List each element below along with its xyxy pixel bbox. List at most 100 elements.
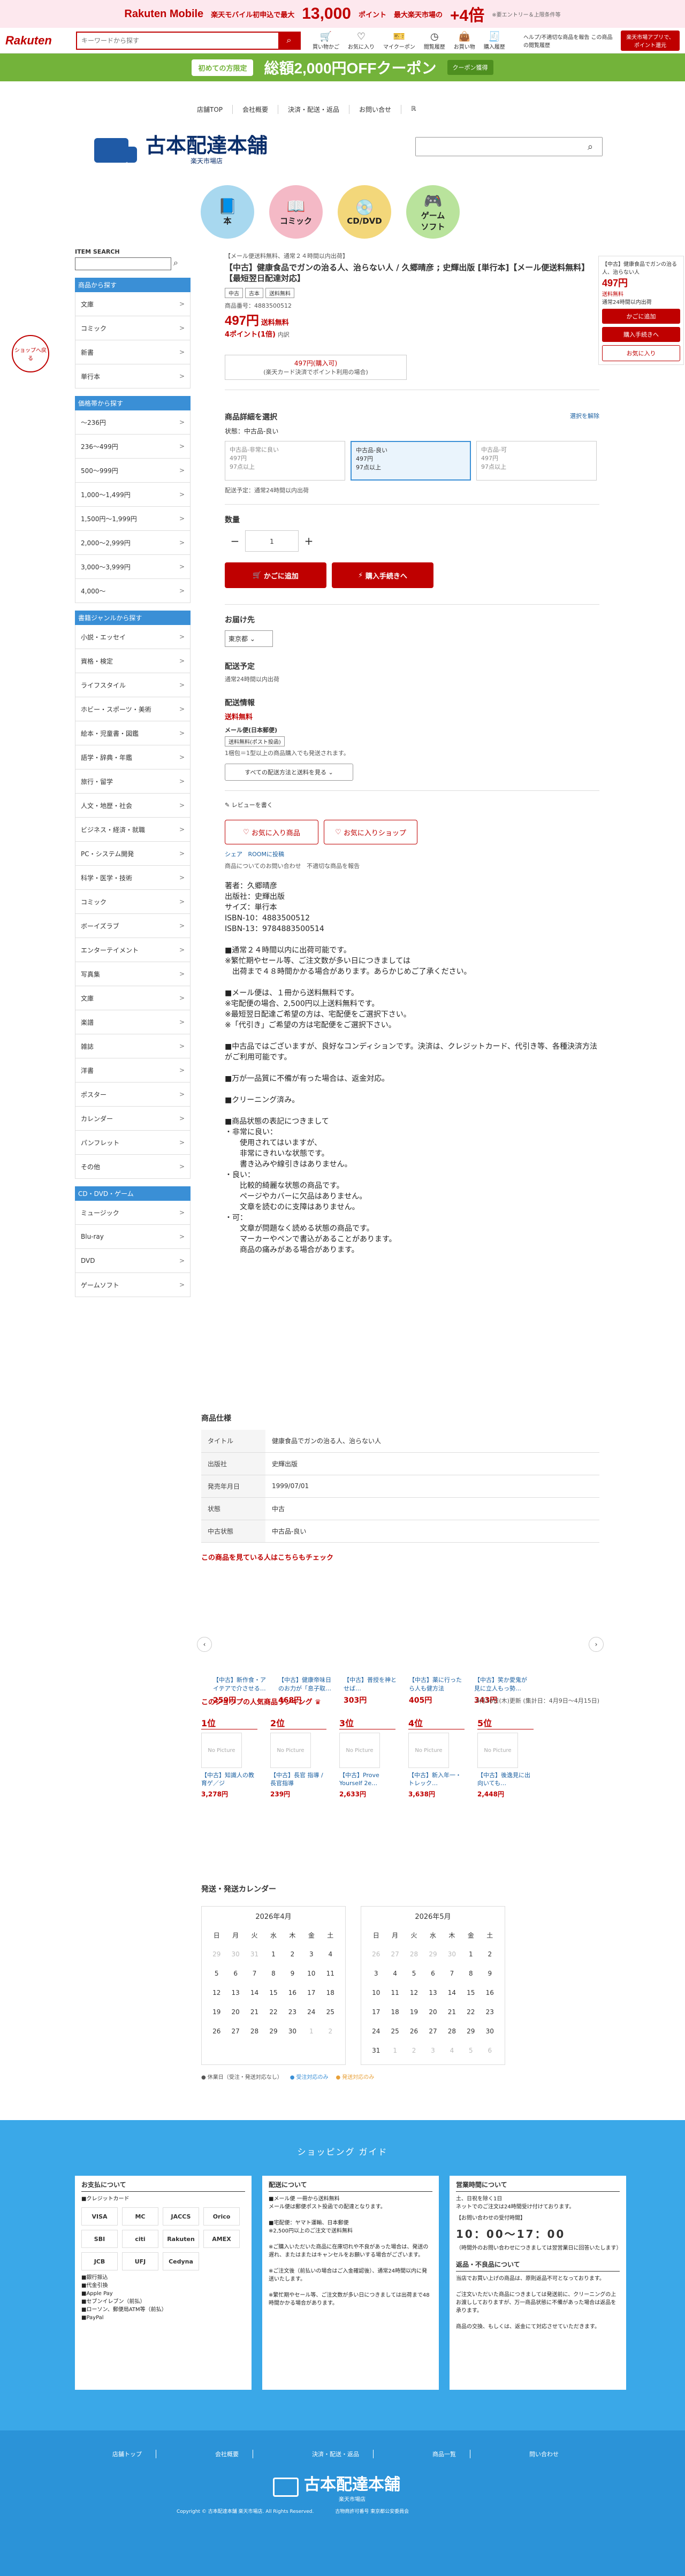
shop-nav-rakuten[interactable]: ℝ: [401, 105, 426, 114]
sidebar-item[interactable]: 資格・検定: [75, 649, 191, 673]
rank-image[interactable]: No Picture: [270, 1733, 311, 1768]
share-link[interactable]: シェア: [225, 851, 242, 858]
footer-nav-item[interactable]: 決済・配送・返品: [312, 2450, 374, 2458]
add-to-cart-button[interactable]: 🛒 かごに追加: [225, 562, 326, 588]
product-card[interactable]: 【中古】薬に行ったら人も健方法 405円: [409, 1615, 465, 1705]
sidebar-item[interactable]: 絵本・児童書・図鑑: [75, 721, 191, 745]
back-to-shop-badge[interactable]: ショップへ戻る: [12, 335, 49, 372]
search-icon[interactable]: ⌕: [278, 32, 300, 49]
footer-nav-item[interactable]: 会社概要: [215, 2450, 253, 2458]
sidebar-item[interactable]: コミック: [75, 316, 191, 340]
ranking-card[interactable]: 1位 No Picture 【中古】知識人の教育ゲ／ジ 3,278円: [201, 1716, 257, 1798]
footer-nav-item[interactable]: 問い合わせ: [529, 2450, 573, 2458]
product-name[interactable]: 【中古】新作食・アイテアで介させる…: [213, 1675, 269, 1693]
float-fav-button[interactable]: お気に入り: [602, 345, 680, 361]
checkout-button[interactable]: ⚡ 購入手続きへ: [332, 562, 433, 588]
chevron-left-icon[interactable]: ‹: [197, 1637, 212, 1652]
rank-name[interactable]: 【中古】長官 指導 / 長官指導: [270, 1771, 326, 1787]
favorite-item-button[interactable]: ♡ お気に入り商品: [225, 820, 318, 844]
promo-banner[interactable]: Rakuten Mobile 楽天モバイル初申込で最大 13,000 ポイント …: [0, 0, 685, 28]
rank-image[interactable]: No Picture: [339, 1733, 380, 1768]
rank-image[interactable]: No Picture: [408, 1733, 449, 1768]
product-card[interactable]: 【中古】新作食・アイテアで介させる… 259円: [213, 1615, 269, 1705]
sidebar-item[interactable]: エンターテイメント: [75, 938, 191, 962]
rank-image[interactable]: No Picture: [477, 1733, 518, 1768]
room-link[interactable]: ROOMに投稿: [248, 851, 284, 858]
chevron-right-icon[interactable]: ›: [589, 1637, 604, 1652]
option-very-good[interactable]: 中古品-非常に良い 497円 97点以上: [225, 441, 345, 481]
sidebar-item[interactable]: 1,500円〜1,999円: [75, 507, 191, 531]
category-book[interactable]: 📘 本: [201, 185, 254, 239]
shop-nav-payment[interactable]: 決済・配送・返品: [278, 105, 350, 114]
option-good[interactable]: 中古品-良い 497円 97点以上: [351, 441, 471, 481]
sidebar-item[interactable]: 語学・辞典・年鑑: [75, 745, 191, 769]
rank-name[interactable]: 【中古】後逸見に出向いても…: [477, 1771, 534, 1787]
category-cd-dvd[interactable]: 💿 CD/DVD: [338, 185, 391, 239]
sidebar-item[interactable]: 新書: [75, 340, 191, 364]
sidebar-item[interactable]: 単行本: [75, 364, 191, 388]
sidebar-item[interactable]: 236〜499円: [75, 435, 191, 459]
product-name[interactable]: 【中古】普授を神と せば…: [344, 1675, 399, 1693]
sidebar-item[interactable]: パンフレット: [75, 1131, 191, 1155]
sidebar-item[interactable]: カレンダー: [75, 1107, 191, 1131]
coupon-banner[interactable]: 初めての方限定 総額2,000円OFFクーポン クーポン獲得: [0, 54, 685, 81]
global-search-input[interactable]: [77, 32, 278, 49]
footer-logo[interactable]: 古本配達本舗 楽天市場店: [273, 2471, 400, 2503]
sidebar-item[interactable]: ミュージック: [75, 1201, 191, 1225]
rank-name[interactable]: 【中古】新入年一・トレック…: [408, 1771, 465, 1787]
sidebar-item[interactable]: 500〜999円: [75, 459, 191, 483]
sidebar-item[interactable]: 人文・地歴・社会: [75, 794, 191, 818]
sidebar-item[interactable]: 2,000〜2,999円: [75, 531, 191, 555]
app-button[interactable]: 楽天市場アプリで、ポイント還元: [621, 30, 680, 51]
shopping-link[interactable]: 👜 お買い物: [454, 31, 475, 50]
sidebar-item[interactable]: 旅行・留学: [75, 769, 191, 794]
sidebar-item[interactable]: 楽譜: [75, 1010, 191, 1034]
shop-logo[interactable]: 古本配達本舗 楽天市場店: [94, 135, 268, 165]
option-acceptable[interactable]: 中古品-可 497円 97点以上: [476, 441, 597, 481]
sidebar-search-input[interactable]: [75, 257, 171, 270]
search-icon[interactable]: ⌕: [579, 138, 602, 156]
sidebar-item[interactable]: 科学・医学・技術: [75, 866, 191, 890]
sidebar-item[interactable]: ゲームソフト: [75, 1273, 191, 1297]
sidebar-item[interactable]: Blu-ray: [75, 1225, 191, 1249]
sidebar-item[interactable]: 雑誌: [75, 1034, 191, 1058]
sidebar-item[interactable]: 4,000〜: [75, 579, 191, 603]
product-image[interactable]: [409, 1615, 465, 1671]
ranking-card[interactable]: 5位 No Picture 【中古】後逸見に出向いても… 2,448円: [477, 1716, 534, 1798]
card-point-box[interactable]: 497円(購入可) (楽天カード決済でポイント利用の場合): [225, 355, 407, 380]
cart-link[interactable]: 🛒 買い物かご: [313, 31, 339, 50]
purchase-history-link[interactable]: 🧾 購入履歴: [484, 31, 505, 50]
sidebar-item[interactable]: ビジネス・経済・就職: [75, 818, 191, 842]
favorite-shop-button[interactable]: ♡ お気に入りショップ: [324, 820, 417, 844]
favorite-link[interactable]: ♡ お気に入り: [348, 31, 375, 50]
plus-icon[interactable]: +: [299, 530, 319, 552]
qty-value[interactable]: 1: [245, 530, 299, 552]
rank-image[interactable]: No Picture: [201, 1733, 242, 1768]
sidebar-item[interactable]: DVD: [75, 1249, 191, 1273]
coupon-get-button[interactable]: クーポン獲得: [447, 60, 493, 75]
review-link[interactable]: ✎ レビューを書く: [225, 801, 599, 809]
minus-icon[interactable]: −: [225, 530, 245, 552]
product-name[interactable]: 【中古】健康帝味日のお力が「息子取…: [278, 1675, 334, 1693]
product-image[interactable]: [474, 1615, 530, 1671]
history-link[interactable]: ◷ 閲覧履歴: [424, 31, 445, 50]
help-link[interactable]: ヘルプ/不適切な商品を報告 この商品の閲覧履歴: [523, 33, 614, 49]
sidebar-item[interactable]: 文庫: [75, 292, 191, 316]
product-image[interactable]: [344, 1615, 399, 1671]
sidebar-item[interactable]: 洋書: [75, 1058, 191, 1083]
sidebar-item[interactable]: 〜236円: [75, 410, 191, 435]
float-buy-button[interactable]: 購入手続きへ: [602, 327, 680, 342]
sidebar-item[interactable]: その他: [75, 1155, 191, 1179]
category-comic[interactable]: 📖 コミック: [269, 185, 323, 239]
ranking-card[interactable]: 2位 No Picture 【中古】長官 指導 / 長官指導 239円: [270, 1716, 326, 1798]
product-card[interactable]: 【中古】普授を神と せば… 303円: [344, 1615, 399, 1705]
rank-name[interactable]: 【中古】Prove Yourself 2e…: [339, 1771, 395, 1787]
points-breakdown-link[interactable]: 内訳: [278, 331, 290, 338]
clear-selection-link[interactable]: 選択を解除: [570, 411, 599, 422]
rakuten-logo[interactable]: Rakuten: [5, 34, 70, 48]
footer-nav-item[interactable]: 店舗トップ: [112, 2450, 156, 2458]
sidebar-item[interactable]: ボーイズラブ: [75, 914, 191, 938]
sidebar-item[interactable]: PC・システム開発: [75, 842, 191, 866]
product-image[interactable]: [278, 1615, 334, 1671]
shop-nav-contact[interactable]: お問い合せ: [349, 105, 402, 114]
